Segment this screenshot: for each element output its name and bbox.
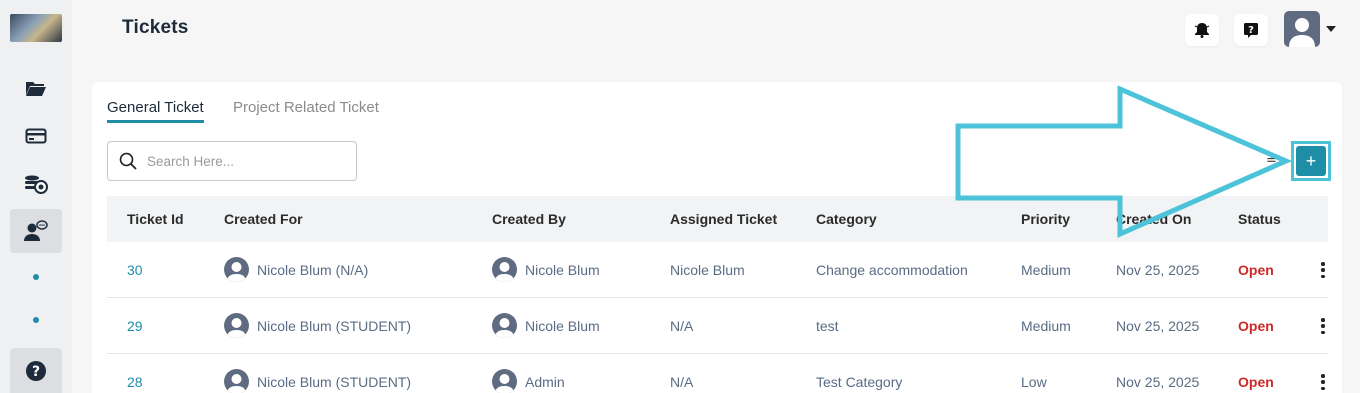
created-on: Nov 25, 2025 [1116,262,1200,278]
avatar [224,369,249,393]
status-badge: Open [1238,262,1274,278]
sidebar-dot[interactable] [33,317,39,323]
created-by-name: Admin [525,373,565,390]
column-header: Created For [224,211,303,227]
chevron-down-icon[interactable] [1326,26,1336,32]
ticket-id-link[interactable]: 30 [127,262,143,278]
category: test [816,318,839,334]
search-icon [119,152,137,170]
search-input[interactable] [147,153,347,169]
row-divider [107,353,1328,354]
tab-general-ticket[interactable]: General Ticket [107,99,204,123]
more-vertical-icon[interactable] [1320,262,1326,278]
row-divider [107,297,1328,298]
avatar [492,257,517,282]
created-for: Nicole Blum (STUDENT) [224,313,411,338]
assigned-ticket: N/A [670,374,694,390]
page-title: Tickets [122,17,189,38]
bell-icon[interactable] [1185,14,1219,46]
column-header: Created On [1116,211,1192,227]
created-by-name: Nicole Blum [525,261,600,278]
add-ticket-button[interactable]: + [1291,141,1331,181]
created-for: Nicole Blum (N/A) [224,257,368,282]
created-by: Nicole Blum [492,313,600,338]
avatar [224,257,249,282]
question-icon[interactable]: ? [1234,14,1268,46]
status-badge: Open [1238,374,1274,390]
created-on: Nov 25, 2025 [1116,374,1200,390]
card-icon[interactable] [10,114,62,158]
assigned-ticket: Nicole Blum [670,262,745,278]
support-user-icon[interactable] [10,209,62,253]
tab-project-related-ticket[interactable]: Project Related Ticket [233,99,379,120]
folder-icon[interactable] [10,66,62,110]
column-header: Status [1238,211,1281,227]
add-ticket-label: + [1296,146,1326,176]
sidebar-dot[interactable] [33,274,39,280]
created-for-name: Nicole Blum (STUDENT) [257,317,412,334]
category: Change accommodation [816,262,968,278]
user-avatar-icon[interactable] [1284,11,1320,47]
column-header: Ticket Id [127,211,184,227]
sidebar: ? [0,0,72,393]
avatar [492,369,517,393]
priority: Medium [1021,262,1071,278]
svg-text:?: ? [32,364,40,380]
filter-icon[interactable]: ≟ [1266,152,1277,168]
column-header: Created By [492,211,566,227]
category: Test Category [816,374,903,390]
created-on: Nov 25, 2025 [1116,318,1200,334]
assigned-ticket: N/A [670,318,694,334]
more-vertical-icon[interactable] [1320,374,1326,390]
more-vertical-icon[interactable] [1320,318,1326,334]
avatar [492,313,517,338]
svg-text:?: ? [1248,25,1254,36]
status-badge: Open [1238,318,1274,334]
priority: Low [1021,374,1047,390]
logo[interactable] [10,14,62,42]
created-for-name: Nicole Blum (N/A) [257,261,369,278]
column-header: Assigned Ticket [670,211,778,227]
created-for: Nicole Blum (STUDENT) [224,369,411,393]
created-by-name: Nicole Blum [525,317,600,334]
ticket-id-link[interactable]: 28 [127,374,143,390]
column-header: Category [816,211,877,227]
avatar [224,313,249,338]
priority: Medium [1021,318,1071,334]
column-header: Priority [1021,211,1071,227]
ticket-id-link[interactable]: 29 [127,318,143,334]
created-by: Nicole Blum [492,257,600,282]
created-by: Admin [492,369,565,393]
coins-icon[interactable] [10,162,62,206]
search-input-wrapper[interactable] [107,141,357,181]
help-icon[interactable]: ? [10,348,62,393]
created-for-name: Nicole Blum (STUDENT) [257,373,412,390]
